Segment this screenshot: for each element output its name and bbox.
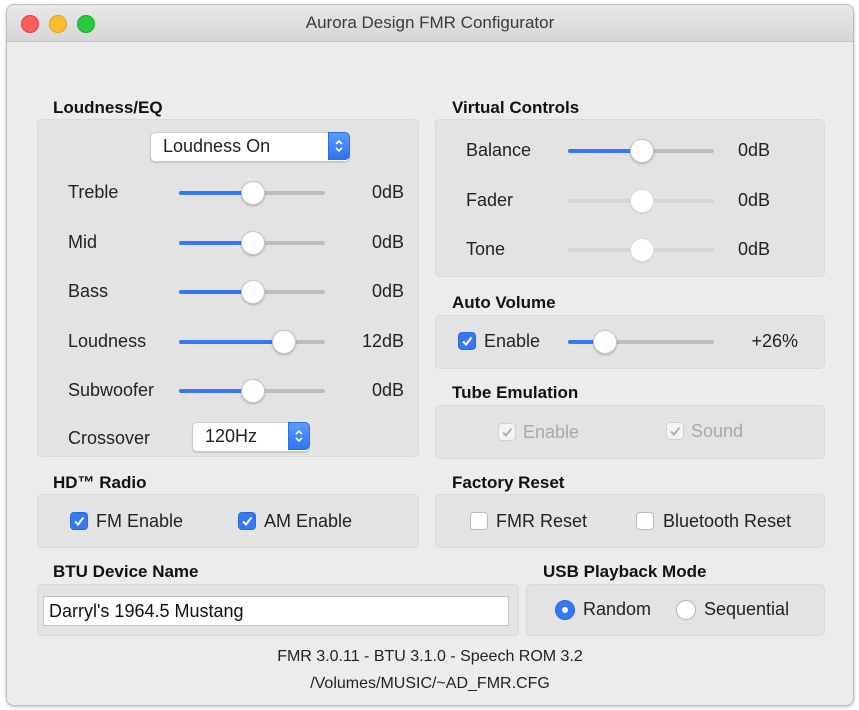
factory-reset-group: FMR Reset Bluetooth Reset bbox=[435, 494, 825, 548]
eq-treble-label: Treble bbox=[68, 182, 119, 202]
btu-device-group: Darryl's 1964.5 Mustang bbox=[37, 584, 519, 636]
hd-radio-title: HD™ Radio bbox=[53, 473, 147, 492]
vc-balance-label: Balance bbox=[466, 140, 532, 160]
checkmark-icon bbox=[242, 516, 253, 527]
title-bar: Aurora Design FMR Configurator bbox=[7, 5, 853, 42]
eq-treble-value: 0dB bbox=[371, 182, 404, 202]
eq-subwoofer-label: Subwoofer bbox=[68, 380, 155, 400]
vc-balance-slider[interactable] bbox=[568, 139, 714, 163]
window-title: Aurora Design FMR Configurator bbox=[305, 13, 555, 32]
slider-thumb[interactable] bbox=[592, 330, 617, 354]
fmr-reset-checkbox[interactable] bbox=[470, 512, 488, 530]
crossover-popup[interactable]: 120Hz bbox=[192, 422, 310, 452]
config-file-path: /Volumes/MUSIC/~AD_FMR.CFG bbox=[310, 675, 550, 692]
tube-enable-checkbox[interactable] bbox=[498, 423, 516, 441]
virtual-controls-title: Virtual Controls bbox=[452, 98, 580, 117]
fm-enable-checkbox[interactable] bbox=[70, 512, 88, 530]
loudness-mode-value: Loudness On bbox=[163, 136, 271, 156]
version-info: FMR 3.0.11 - BTU 3.1.0 - Speech ROM 3.2 bbox=[277, 648, 583, 665]
slider-thumb[interactable] bbox=[241, 280, 265, 304]
eq-subwoofer-value: 0dB bbox=[371, 380, 404, 400]
eq-bass-value: 0dB bbox=[371, 281, 404, 301]
eq-mid-slider[interactable] bbox=[179, 230, 325, 255]
eq-mid-value: 0dB bbox=[371, 231, 404, 252]
usb-playback-group: Random Sequential bbox=[526, 584, 825, 636]
eq-subwoofer-slider[interactable] bbox=[179, 379, 325, 403]
vc-tone-slider[interactable] bbox=[568, 238, 714, 262]
slider-thumb[interactable] bbox=[241, 379, 265, 403]
eq-loudness-label: Loudness bbox=[68, 330, 147, 351]
btu-device-title: BTU Device Name bbox=[53, 562, 199, 581]
chevron-updown-icon bbox=[288, 422, 310, 450]
loudness-eq-group: Loudness On Treble 0dB Mid 0dB Bass 0dB Loudne… bbox=[37, 119, 419, 457]
am-enable-checkbox[interactable] bbox=[238, 512, 256, 530]
tube-emulation-group: Enable Sound bbox=[435, 405, 825, 459]
vc-fader-value: 0dB bbox=[737, 189, 770, 210]
vc-fader-slider[interactable] bbox=[568, 188, 714, 213]
slider-thumb[interactable] bbox=[630, 238, 654, 262]
factory-reset-title: Factory Reset bbox=[452, 473, 565, 492]
eq-bass-label: Bass bbox=[68, 281, 109, 301]
slider-thumb[interactable] bbox=[630, 139, 654, 163]
auto-volume-group: Enable +26% bbox=[435, 315, 825, 369]
random-radio[interactable] bbox=[555, 600, 575, 620]
vc-tone-value: 0dB bbox=[737, 239, 770, 259]
bluetooth-reset-checkbox[interactable] bbox=[636, 512, 654, 530]
slider-thumb[interactable] bbox=[241, 230, 265, 255]
auto-volume-enable-checkbox[interactable] bbox=[458, 332, 476, 350]
checkmark-icon bbox=[462, 336, 473, 347]
slider-thumb[interactable] bbox=[272, 329, 296, 354]
tube-emulation-title: Tube Emulation bbox=[452, 383, 579, 402]
vc-tone-label: Tone bbox=[466, 239, 506, 259]
bluetooth-reset-label: Bluetooth Reset bbox=[663, 511, 792, 531]
slider-thumb[interactable] bbox=[630, 188, 654, 213]
hd-radio-group: FM Enable AM Enable bbox=[37, 494, 419, 548]
chevron-updown-icon bbox=[328, 132, 350, 160]
loudness-eq-title: Loudness/EQ bbox=[53, 98, 163, 117]
tube-sound-checkbox[interactable] bbox=[666, 422, 684, 440]
eq-bass-slider[interactable] bbox=[179, 280, 325, 304]
vc-fader-label: Fader bbox=[466, 189, 514, 210]
usb-playback-title: USB Playback Mode bbox=[543, 562, 707, 581]
app-window: Aurora Design FMR Configurator Loudness/… bbox=[6, 4, 854, 706]
crossover-label: Crossover bbox=[68, 428, 151, 448]
random-label: Random bbox=[583, 599, 652, 619]
auto-volume-slider[interactable] bbox=[568, 330, 714, 354]
vc-balance-value: 0dB bbox=[737, 140, 770, 160]
am-enable-label: AM Enable bbox=[264, 511, 353, 531]
checkmark-icon bbox=[502, 427, 513, 438]
btu-device-name-field[interactable]: Darryl's 1964.5 Mustang bbox=[43, 596, 509, 626]
fm-enable-label: FM Enable bbox=[96, 511, 184, 531]
auto-volume-value: +26% bbox=[751, 331, 798, 351]
checkmark-icon bbox=[670, 426, 681, 437]
slider-thumb[interactable] bbox=[241, 181, 265, 205]
auto-volume-title: Auto Volume bbox=[452, 293, 556, 312]
checkmark-icon bbox=[74, 516, 85, 527]
auto-volume-enable-label: Enable bbox=[484, 331, 541, 351]
eq-treble-slider[interactable] bbox=[179, 181, 325, 205]
eq-loudness-slider[interactable] bbox=[179, 329, 325, 354]
virtual-controls-group: Balance 0dB Fader 0dB Tone 0dB bbox=[435, 119, 825, 277]
eq-mid-label: Mid bbox=[68, 231, 98, 252]
sequential-radio[interactable] bbox=[676, 600, 696, 620]
tube-sound-label: Sound bbox=[691, 421, 744, 441]
loudness-mode-popup[interactable]: Loudness On bbox=[150, 132, 350, 162]
fmr-reset-label: FMR Reset bbox=[496, 511, 588, 531]
sequential-label: Sequential bbox=[704, 599, 790, 619]
crossover-value: 120Hz bbox=[205, 426, 258, 446]
eq-loudness-value: 12dB bbox=[361, 330, 404, 351]
tube-enable-label: Enable bbox=[523, 422, 580, 442]
